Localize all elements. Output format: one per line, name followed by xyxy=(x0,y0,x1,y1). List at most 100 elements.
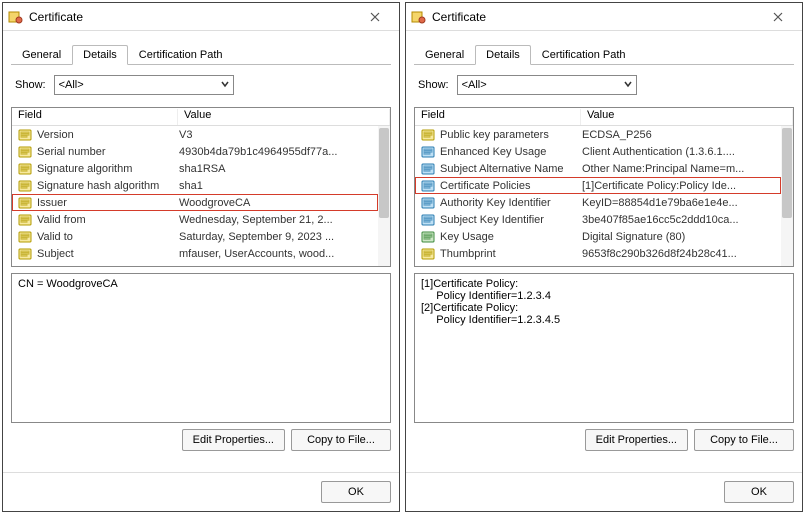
show-dropdown[interactable]: <All> xyxy=(54,75,234,95)
scrollbar-thumb[interactable] xyxy=(379,128,389,218)
field-value: Client Authentication (1.3.6.1.... xyxy=(582,146,780,158)
field-name: Thumbprint xyxy=(440,248,582,260)
table-row[interactable]: Subjectmfauser, UserAccounts, wood... xyxy=(12,245,378,262)
detail-textarea[interactable]: CN = WoodgroveCA xyxy=(11,273,391,423)
field-icon xyxy=(420,144,436,160)
table-row[interactable]: Public key parametersECDSA_P256 xyxy=(415,126,781,143)
field-listview[interactable]: Field Value Public key parametersECDSA_P… xyxy=(414,107,794,267)
field-name: Serial number xyxy=(37,146,179,158)
table-row[interactable]: VersionV3 xyxy=(12,126,378,143)
field-value: Other Name:Principal Name=m... xyxy=(582,163,780,175)
window-title: Certificate xyxy=(29,10,355,24)
field-icon xyxy=(17,246,33,262)
titlebar[interactable]: Certificate xyxy=(406,3,802,31)
scrollbar[interactable] xyxy=(781,126,793,266)
field-value: 4930b4da79b1c4964955df77a... xyxy=(179,146,377,158)
field-value: ECDSA_P256 xyxy=(582,129,780,141)
tab-strip: General Details Certification Path xyxy=(414,43,794,65)
copy-to-file-button[interactable]: Copy to File... xyxy=(291,429,391,451)
copy-to-file-button[interactable]: Copy to File... xyxy=(694,429,794,451)
certificate-window: Certificate General Details Certificatio… xyxy=(405,2,803,512)
field-name: Subject Alternative Name xyxy=(440,163,582,175)
table-row[interactable]: Certificate Policies[1]Certificate Polic… xyxy=(415,177,781,194)
field-value: Digital Signature (80) xyxy=(582,231,780,243)
field-value: KeyID=88854d1e79ba6e1e4e... xyxy=(582,197,780,209)
field-icon xyxy=(420,178,436,194)
field-icon xyxy=(420,212,436,228)
field-name: Signature algorithm xyxy=(37,163,179,175)
table-row[interactable]: Valid fromWednesday, September 21, 2... xyxy=(12,211,378,228)
field-icon xyxy=(420,195,436,211)
titlebar[interactable]: Certificate xyxy=(3,3,399,31)
field-name: Subject xyxy=(37,248,179,260)
show-dropdown[interactable]: <All> xyxy=(457,75,637,95)
field-name: Version xyxy=(37,129,179,141)
ok-button[interactable]: OK xyxy=(724,481,794,503)
tab-general[interactable]: General xyxy=(414,45,475,65)
table-row[interactable]: Signature algorithmsha1RSA xyxy=(12,160,378,177)
field-icon xyxy=(420,127,436,143)
edit-properties-button[interactable]: Edit Properties... xyxy=(585,429,688,451)
show-label: Show: xyxy=(418,79,449,91)
field-value: mfauser, UserAccounts, wood... xyxy=(179,248,377,260)
table-row[interactable]: Subject Alternative NameOther Name:Princ… xyxy=(415,160,781,177)
close-icon xyxy=(773,12,783,22)
field-icon xyxy=(17,161,33,177)
table-row[interactable]: Key UsageDigital Signature (80) xyxy=(415,228,781,245)
scrollbar[interactable] xyxy=(378,126,390,266)
close-button[interactable] xyxy=(758,4,798,30)
edit-properties-button[interactable]: Edit Properties... xyxy=(182,429,285,451)
tab-certification-path[interactable]: Certification Path xyxy=(531,45,637,65)
tab-details[interactable]: Details xyxy=(72,45,128,65)
column-header-value[interactable]: Value xyxy=(178,109,390,125)
field-name: Subject Key Identifier xyxy=(440,214,582,226)
show-value: <All> xyxy=(462,79,487,91)
window-title: Certificate xyxy=(432,10,758,24)
field-icon xyxy=(17,144,33,160)
column-header-field[interactable]: Field xyxy=(12,109,178,125)
column-header-value[interactable]: Value xyxy=(581,109,793,125)
field-value: sha1 xyxy=(179,180,377,192)
detail-textarea[interactable]: [1]Certificate Policy: Policy Identifier… xyxy=(414,273,794,423)
field-icon xyxy=(17,127,33,143)
table-row[interactable]: Signature hash algorithmsha1 xyxy=(12,177,378,194)
table-row[interactable]: IssuerWoodgroveCA xyxy=(12,194,378,211)
chevron-down-icon xyxy=(624,79,632,91)
table-row[interactable]: Enhanced Key UsageClient Authentication … xyxy=(415,143,781,160)
field-value: WoodgroveCA xyxy=(179,197,377,209)
field-listview[interactable]: Field Value VersionV3Serial number4930b4… xyxy=(11,107,391,267)
table-row[interactable]: Thumbprint9653f8c290b326d8f24b28c41... xyxy=(415,245,781,262)
field-icon xyxy=(17,212,33,228)
scrollbar-thumb[interactable] xyxy=(782,128,792,218)
field-icon xyxy=(420,229,436,245)
table-row[interactable]: Subject Key Identifier3be407f85ae16cc5c2… xyxy=(415,211,781,228)
field-value: Saturday, September 9, 2023 ... xyxy=(179,231,377,243)
table-rows: VersionV3Serial number4930b4da79b1c49649… xyxy=(12,126,378,262)
certificate-icon xyxy=(7,9,23,25)
field-value: V3 xyxy=(179,129,377,141)
field-name: Authority Key Identifier xyxy=(440,197,582,209)
column-header-field[interactable]: Field xyxy=(415,109,581,125)
show-label: Show: xyxy=(15,79,46,91)
chevron-down-icon xyxy=(221,79,229,91)
tab-details[interactable]: Details xyxy=(475,45,531,65)
field-name: Certificate Policies xyxy=(440,180,582,192)
ok-button[interactable]: OK xyxy=(321,481,391,503)
field-value: Wednesday, September 21, 2... xyxy=(179,214,377,226)
table-rows: Public key parametersECDSA_P256Enhanced … xyxy=(415,126,781,262)
field-value: [1]Certificate Policy:Policy Ide... xyxy=(582,180,780,192)
field-name: Valid to xyxy=(37,231,179,243)
field-icon xyxy=(420,161,436,177)
field-value: 3be407f85ae16cc5c2ddd10ca... xyxy=(582,214,780,226)
field-icon xyxy=(17,229,33,245)
certificate-icon xyxy=(410,9,426,25)
field-value: sha1RSA xyxy=(179,163,377,175)
tab-general[interactable]: General xyxy=(11,45,72,65)
tab-certification-path[interactable]: Certification Path xyxy=(128,45,234,65)
table-row[interactable]: Authority Key IdentifierKeyID=88854d1e79… xyxy=(415,194,781,211)
table-row[interactable]: Serial number4930b4da79b1c4964955df77a..… xyxy=(12,143,378,160)
field-name: Valid from xyxy=(37,214,179,226)
field-icon xyxy=(17,195,33,211)
close-button[interactable] xyxy=(355,4,395,30)
table-row[interactable]: Valid toSaturday, September 9, 2023 ... xyxy=(12,228,378,245)
